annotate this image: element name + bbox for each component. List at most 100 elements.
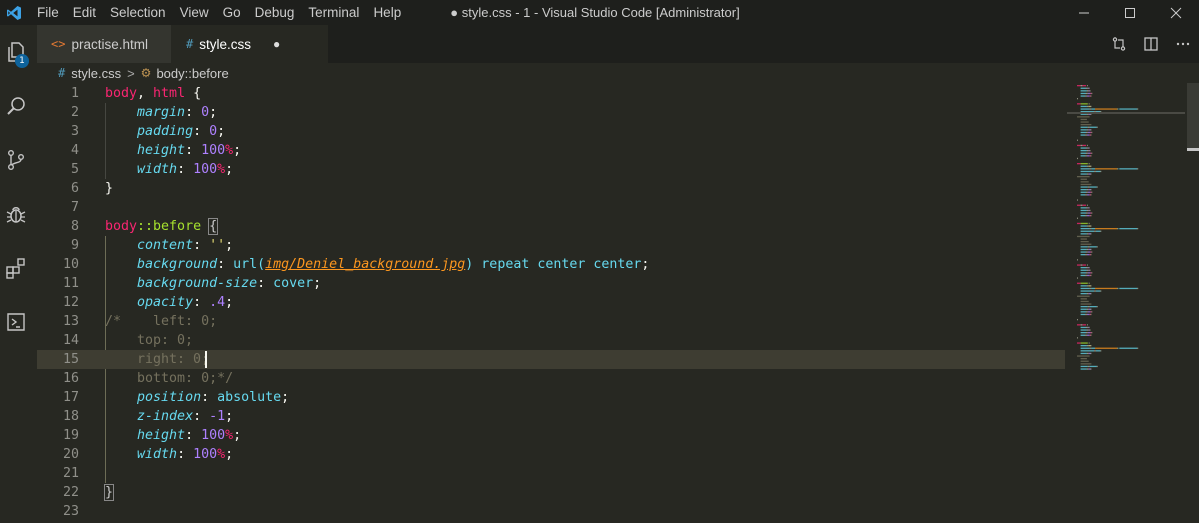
split-editor-button[interactable] — [1135, 25, 1167, 63]
minimap-token — [1090, 313, 1092, 316]
tab-style-css[interactable]: # style.css ● — [171, 25, 328, 63]
minimap-token — [1086, 334, 1090, 336]
unsaved-dot-icon[interactable]: ● — [273, 37, 280, 51]
code-line[interactable]: 7 — [37, 198, 1065, 217]
code-token: : — [217, 257, 234, 272]
code-line[interactable]: 1 body, html { — [37, 84, 1065, 103]
tab-practise-html[interactable]: <> practise.html — [37, 25, 171, 63]
minimap-token — [1090, 134, 1092, 136]
code-token: : — [193, 238, 210, 253]
minimap-token — [1086, 248, 1089, 251]
code-line[interactable]: 9 content: ''; — [37, 236, 1065, 255]
code-line[interactable]: 19 height: 100%; — [37, 426, 1065, 445]
code-line[interactable]: 6} — [37, 179, 1065, 198]
minimap-token — [1090, 191, 1092, 193]
minimap-token — [1117, 347, 1119, 349]
code-line[interactable]: 15 right: 0; — [37, 350, 1065, 369]
terminal-icon — [7, 313, 25, 331]
scrollbar-thumb[interactable] — [1187, 83, 1199, 148]
minimap-token — [1077, 103, 1081, 105]
symbol-icon: ⚙ — [140, 66, 152, 80]
code-line[interactable]: 11 background-size: cover; — [37, 274, 1065, 293]
menu-help[interactable]: Help — [366, 0, 408, 25]
code-text: body, html { — [105, 84, 201, 103]
code-line[interactable]: 13 /* left: 0; — [37, 312, 1065, 331]
minimap-token — [1088, 326, 1090, 329]
menu-go[interactable]: Go — [216, 0, 248, 25]
minimap-token — [1080, 358, 1087, 360]
minimap-token — [1117, 108, 1119, 110]
code-token: : — [185, 105, 202, 120]
minimap-token — [1087, 212, 1091, 214]
code-line[interactable]: 18 z-index: -1; — [37, 407, 1065, 426]
code-line[interactable]: 8 body::before { — [37, 217, 1065, 236]
minimap-token — [1077, 144, 1081, 147]
code-text: top: 0; — [105, 331, 193, 350]
minimap-token — [1091, 108, 1095, 110]
activity-bar: 1 — [0, 25, 32, 523]
minimap-token — [1100, 290, 1102, 292]
code-line[interactable]: 4 height: 100%; — [37, 141, 1065, 160]
minimap-token — [1080, 233, 1087, 235]
minimap-token — [1091, 251, 1093, 253]
minimap-token — [1085, 334, 1087, 336]
minimap-token — [1090, 345, 1092, 347]
code-line[interactable]: 17 position: absolute; — [37, 388, 1065, 407]
breadcrumb-symbol[interactable]: body::before — [156, 66, 228, 81]
code-token: : — [185, 428, 202, 443]
minimap-token — [1086, 155, 1090, 157]
minimap-token — [1095, 347, 1118, 349]
source-control-button[interactable] — [0, 133, 32, 187]
debug-button[interactable] — [0, 187, 32, 241]
maximize-button[interactable] — [1107, 0, 1153, 25]
code-line[interactable]: 5 width: 100%; — [37, 160, 1065, 179]
minimap-token — [1088, 173, 1091, 175]
search-button[interactable] — [0, 79, 32, 133]
minimap-token — [1080, 248, 1087, 251]
code-line[interactable]: 20 width: 100%; — [37, 445, 1065, 464]
menu-view[interactable]: View — [173, 0, 216, 25]
code-line[interactable]: 3 padding: 0; — [37, 122, 1065, 141]
more-actions-button[interactable] — [1167, 25, 1199, 63]
menu-terminal[interactable]: Terminal — [301, 0, 366, 25]
minimap-token — [1080, 90, 1087, 92]
close-button[interactable] — [1153, 0, 1199, 25]
css-file-icon: # — [186, 37, 194, 51]
minimap-token — [1087, 311, 1091, 313]
code-token: 100 — [193, 162, 218, 177]
code-line[interactable]: 22} — [37, 483, 1065, 502]
minimize-button[interactable] — [1061, 0, 1107, 25]
extensions-button[interactable] — [0, 241, 32, 295]
code-token: : — [201, 390, 218, 405]
minimap-token — [1094, 350, 1096, 352]
code-line[interactable]: 12 opacity: .4; — [37, 293, 1065, 312]
menu-file[interactable]: File — [30, 0, 66, 25]
code-line[interactable]: 21 — [37, 464, 1065, 483]
menu-selection[interactable]: Selection — [103, 0, 173, 25]
code-editor[interactable]: 1 body, html {2 margin: 0; 3 padding: 0; 4 … — [37, 83, 1199, 523]
minimap-token — [1086, 311, 1088, 313]
terminal-button[interactable] — [0, 295, 32, 349]
minimap-token — [1088, 308, 1091, 310]
menu-debug[interactable]: Debug — [248, 0, 302, 25]
code-line[interactable]: 16 bottom: 0;*/ — [37, 369, 1065, 388]
minimap-token — [1080, 267, 1086, 269]
minimap-token — [1119, 228, 1138, 230]
code-line[interactable]: 23 — [37, 502, 1065, 521]
minimap-token — [1085, 134, 1087, 136]
breadcrumb-file[interactable]: style.css — [71, 66, 121, 81]
code-line[interactable]: 2 margin: 0; — [37, 103, 1065, 122]
minimap-token — [1091, 347, 1095, 349]
minimap[interactable] — [1067, 83, 1185, 523]
open-changes-button[interactable] — [1103, 25, 1135, 63]
minimap-token — [1077, 199, 1078, 201]
explorer-button[interactable]: 1 — [0, 25, 32, 79]
menu-edit[interactable]: Edit — [66, 0, 103, 25]
code-line[interactable]: 14 top: 0; — [37, 331, 1065, 350]
minimap-token — [1080, 189, 1087, 191]
minimap-token — [1088, 189, 1091, 191]
code-token: , — [137, 86, 154, 101]
code-line[interactable]: 10 background: url(img/Deniel_background… — [37, 255, 1065, 274]
